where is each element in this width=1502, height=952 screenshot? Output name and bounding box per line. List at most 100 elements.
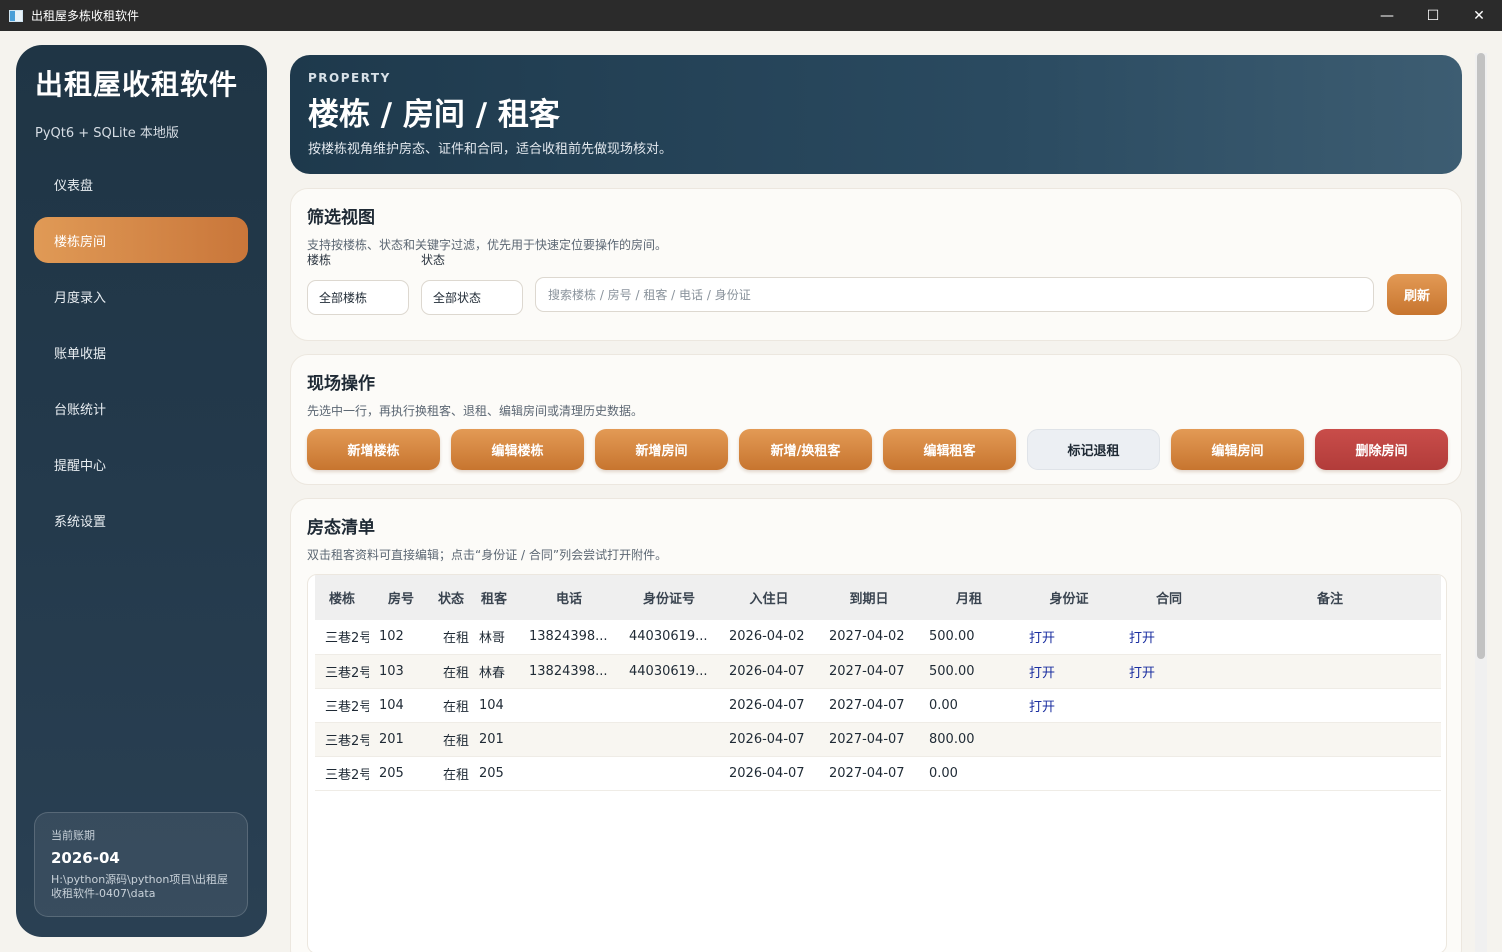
- column-header[interactable]: 房号: [369, 575, 433, 620]
- edit-tenant-button[interactable]: 编辑租客: [883, 429, 1016, 470]
- open-id-link[interactable]: 打开: [1019, 688, 1119, 723]
- sidebar-item-monthly-entry[interactable]: 月度录入: [34, 273, 248, 319]
- table-row[interactable]: 三巷2号 104 在租 104 2026-04-07 2027-04-07 0.…: [315, 688, 1441, 723]
- table-cell: [1219, 654, 1441, 689]
- column-header[interactable]: 备注: [1219, 575, 1441, 620]
- table-cell: [619, 688, 719, 723]
- add-room-button[interactable]: 新增房间: [595, 429, 728, 470]
- edit-building-button[interactable]: 编辑楼栋: [451, 429, 584, 470]
- column-header[interactable]: 身份证: [1019, 575, 1119, 620]
- table-cell: 2027-04-07: [819, 722, 919, 757]
- window-title-bar: 出租屋多栋收租软件 — ☐ ✕: [0, 0, 1502, 31]
- open-id-link[interactable]: 打开: [1019, 654, 1119, 689]
- add-change-tenant-button[interactable]: 新增/换租客: [739, 429, 872, 470]
- mark-move-out-button[interactable]: 标记退租: [1027, 429, 1160, 470]
- table-row[interactable]: 三巷2号 102 在租 林哥 13824398... 44030619... 2…: [315, 620, 1441, 655]
- table-cell: [1219, 756, 1441, 791]
- table-cell: 三巷2号: [315, 756, 369, 791]
- minimize-button[interactable]: —: [1364, 0, 1410, 31]
- operations-title: 现场操作: [307, 374, 375, 394]
- period-label: 当前账期: [51, 829, 95, 842]
- table-cell: 500.00: [919, 620, 1019, 655]
- table-cell: 201: [469, 722, 519, 757]
- maximize-button[interactable]: ☐: [1410, 0, 1456, 31]
- status-select[interactable]: 全部状态: [421, 280, 523, 315]
- vertical-scrollbar[interactable]: [1475, 53, 1487, 952]
- room-list-description: 双击租客资料可直接编辑；点击“身份证 / 合同”列会尝试打开附件。: [307, 548, 668, 562]
- window-title: 出租屋多栋收租软件: [31, 9, 140, 23]
- sidebar-item-label: 台账统计: [54, 402, 107, 418]
- search-input[interactable]: [535, 277, 1374, 312]
- table-cell: 102: [369, 620, 433, 655]
- operations-description: 先选中一行，再执行换租客、退租、编辑房间或清理历史数据。: [307, 404, 644, 418]
- filter-title: 筛选视图: [307, 208, 375, 228]
- open-id-link[interactable]: [1019, 756, 1119, 791]
- current-period-card: 当前账期 2026-04 H:\python源码\python项目\出租屋收租软…: [34, 812, 248, 917]
- open-contract-link[interactable]: 打开: [1119, 620, 1219, 655]
- table-cell: 205: [469, 756, 519, 791]
- table-cell: [1219, 722, 1441, 757]
- table-cell: 三巷2号: [315, 688, 369, 723]
- scrollbar-thumb[interactable]: [1477, 53, 1485, 659]
- table-cell: 2026-04-07: [719, 756, 819, 791]
- sidebar-item-bills-receipts[interactable]: 账单收据: [34, 329, 248, 375]
- building-select[interactable]: 全部楼栋: [307, 280, 409, 315]
- table-row[interactable]: 三巷2号 205 在租 205 2026-04-07 2027-04-07 0.…: [315, 756, 1441, 791]
- filter-card: 筛选视图 支持按楼栋、状态和关键字过滤，优先用于快速定位要操作的房间。 楼栋 全…: [290, 188, 1462, 341]
- table-cell: 13824398...: [519, 620, 619, 655]
- column-header[interactable]: 身份证号: [619, 575, 719, 620]
- brand-subtitle: PyQt6 + SQLite 本地版: [35, 126, 179, 141]
- table-cell: 800.00: [919, 722, 1019, 757]
- close-button[interactable]: ✕: [1456, 0, 1502, 31]
- column-header[interactable]: 入住日: [719, 575, 819, 620]
- sidebar-item-label: 月度录入: [54, 290, 107, 306]
- column-header[interactable]: 合同: [1119, 575, 1219, 620]
- table-cell: 2026-04-07: [719, 688, 819, 723]
- sidebar-item-label: 楼栋房间: [54, 234, 107, 250]
- open-contract-link[interactable]: 打开: [1119, 654, 1219, 689]
- table-cell: 0.00: [919, 688, 1019, 723]
- column-header[interactable]: 租客: [469, 575, 519, 620]
- column-header[interactable]: 月租: [919, 575, 1019, 620]
- sidebar-item-reminders[interactable]: 提醒中心: [34, 441, 248, 487]
- table-cell: 2027-04-07: [819, 654, 919, 689]
- column-header[interactable]: 电话: [519, 575, 619, 620]
- table-cell: 2027-04-07: [819, 756, 919, 791]
- page-title: 楼栋 / 房间 / 租客: [308, 97, 560, 133]
- brand-title: 出租屋收租软件: [35, 68, 239, 101]
- period-value: 2026-04: [51, 849, 120, 867]
- sidebar-item-ledger-stats[interactable]: 台账统计: [34, 385, 248, 431]
- table-cell: 2026-04-07: [719, 722, 819, 757]
- main-content: PROPERTY 楼栋 / 房间 / 租客 按楼栋视角维护房态、证件和合同，适合…: [280, 45, 1472, 952]
- table-row[interactable]: 三巷2号 103 在租 林春 13824398... 44030619... 2…: [315, 654, 1441, 689]
- table-row[interactable]: 三巷2号 201 在租 201 2026-04-07 2027-04-07 80…: [315, 722, 1441, 757]
- open-contract-link[interactable]: [1119, 688, 1219, 723]
- column-header[interactable]: 楼栋: [315, 575, 369, 620]
- open-contract-link[interactable]: [1119, 722, 1219, 757]
- add-building-button[interactable]: 新增楼栋: [307, 429, 440, 470]
- sidebar-item-settings[interactable]: 系统设置: [34, 497, 248, 543]
- open-id-link[interactable]: 打开: [1019, 620, 1119, 655]
- data-path: H:\python源码\python项目\出租屋收租软件-0407\data: [51, 873, 229, 900]
- sidebar-item-label: 系统设置: [54, 514, 107, 530]
- table-header: 楼栋 房号 状态 租客 电话 身份证号 入住日 到期日 月租 身份证 合同 备注: [315, 575, 1441, 620]
- room-table: 楼栋 房号 状态 租客 电话 身份证号 入住日 到期日 月租 身份证 合同 备注: [315, 575, 1441, 791]
- table-cell: 44030619...: [619, 654, 719, 689]
- room-list-card: 房态清单 双击租客资料可直接编辑；点击“身份证 / 合同”列会尝试打开附件。 楼…: [290, 498, 1462, 952]
- page-header: PROPERTY 楼栋 / 房间 / 租客 按楼栋视角维护房态、证件和合同，适合…: [290, 55, 1462, 174]
- column-header[interactable]: 状态: [433, 575, 469, 620]
- table-cell: 13824398...: [519, 654, 619, 689]
- status-filter-label: 状态: [421, 253, 446, 267]
- delete-room-button[interactable]: 删除房间: [1315, 429, 1448, 470]
- refresh-button[interactable]: 刷新: [1387, 274, 1447, 315]
- table-cell: 205: [369, 756, 433, 791]
- column-header[interactable]: 到期日: [819, 575, 919, 620]
- open-id-link[interactable]: [1019, 722, 1119, 757]
- table-cell: 在租: [433, 688, 469, 723]
- sidebar-item-dashboard[interactable]: 仪表盘: [34, 161, 248, 207]
- sidebar-item-buildings-rooms[interactable]: 楼栋房间: [34, 217, 248, 263]
- app-window: 出租屋收租软件 PyQt6 + SQLite 本地版 仪表盘 楼栋房间 月度录入…: [0, 31, 1502, 952]
- building-filter-group: 楼栋 全部楼栋: [307, 251, 409, 315]
- edit-room-button[interactable]: 编辑房间: [1171, 429, 1304, 470]
- open-contract-link[interactable]: [1119, 756, 1219, 791]
